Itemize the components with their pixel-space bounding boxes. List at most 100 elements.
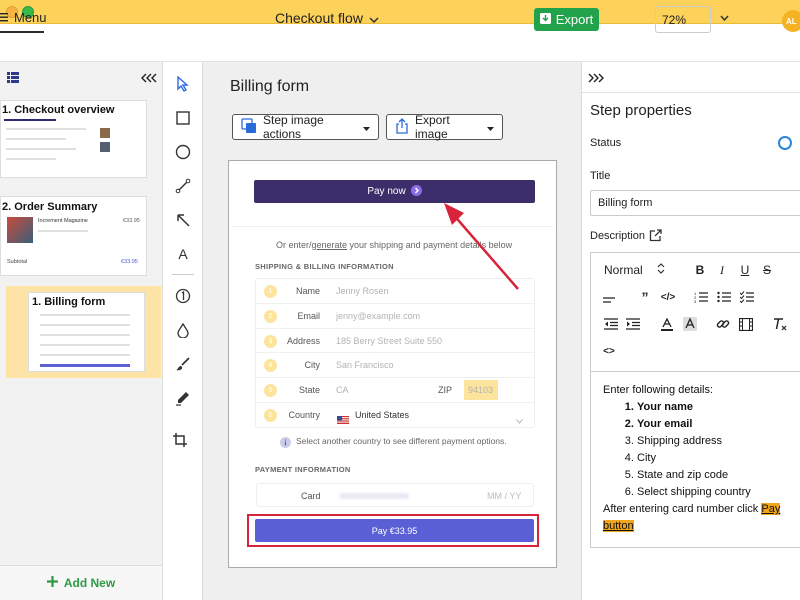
zoom-value: 72% — [662, 12, 687, 27]
tools-divider — [172, 274, 194, 275]
state-value: CA — [336, 385, 349, 395]
or-text-prefix: Or enter/ — [276, 240, 312, 250]
rectangle-tool-icon[interactable] — [171, 106, 195, 130]
zoom-chevron-down-icon[interactable] — [720, 12, 729, 24]
list-item: Select shipping country — [637, 484, 799, 501]
strikethrough-icon[interactable]: S — [758, 262, 776, 278]
thumb-line — [6, 128, 86, 130]
select-cursor-icon[interactable] — [171, 72, 195, 96]
align-left-icon[interactable] — [600, 290, 618, 306]
description-steps-list: Your name Your email Shipping address Ci… — [603, 399, 799, 501]
text-color-icon[interactable] — [658, 316, 676, 332]
checklist-icon[interactable] — [738, 289, 756, 305]
arrow-tool-icon[interactable] — [171, 208, 195, 232]
add-new-label: Add New — [63, 576, 116, 590]
underline-icon[interactable]: U — [736, 262, 754, 278]
list-view-icon[interactable] — [7, 70, 19, 88]
payment-heading: PAYMENT INFORMATION — [255, 465, 351, 474]
indent-icon[interactable] — [624, 316, 642, 332]
collapse-left-panel-icon[interactable] — [141, 70, 157, 88]
after-prefix: After entering card number click — [603, 503, 762, 515]
blockquote-icon[interactable]: ” — [636, 289, 654, 305]
export-button[interactable]: Export — [534, 8, 599, 31]
step-image-actions-button[interactable]: Step image actions — [232, 113, 379, 141]
us-flag-icon — [337, 411, 349, 429]
add-new-step-button[interactable]: Add New — [0, 565, 162, 600]
generate-link[interactable]: generate — [312, 240, 348, 250]
plus-icon — [46, 576, 58, 590]
bullet-list-icon[interactable] — [715, 289, 733, 305]
email-value: jenny@example.com — [336, 311, 421, 321]
line-tool-icon[interactable] — [171, 174, 195, 198]
highlighter-tool-icon[interactable] — [171, 386, 195, 410]
description-after-text: After entering card number click Pay but… — [603, 501, 799, 535]
number-marker-tool-icon[interactable] — [171, 284, 195, 308]
title-label: Title — [590, 170, 611, 182]
thumb-line — [38, 230, 88, 232]
email-field[interactable]: 2 Email jenny@example.com — [256, 303, 534, 328]
status-toggle[interactable] — [778, 136, 792, 150]
title-input[interactable]: Billing form — [590, 190, 800, 216]
format-select[interactable]: Normal — [604, 263, 665, 277]
title-input-value: Billing form — [598, 197, 653, 209]
export-label: Export — [555, 12, 594, 27]
blur-drop-tool-icon[interactable] — [171, 318, 195, 342]
state-zip-field[interactable]: 5 State CA ZIP 94103 — [256, 377, 534, 402]
video-icon[interactable] — [737, 316, 755, 332]
step-title-2: 2. Order Summary — [2, 201, 98, 213]
card-field[interactable]: Card MM / YY — [256, 483, 534, 507]
svg-text:3: 3 — [694, 299, 697, 303]
country-hint-text: Select another country to see different … — [296, 436, 507, 446]
description-content[interactable]: Enter following details: Your name Your … — [603, 382, 799, 535]
address-field[interactable]: 3 Address 185 Berry Street Suite 550 — [256, 328, 534, 353]
properties-title: Step properties — [590, 102, 692, 119]
menu-button[interactable]: Menu — [0, 10, 47, 25]
annotation-arrow[interactable] — [430, 195, 530, 295]
state-label: State — [298, 385, 320, 395]
document-title-dropdown[interactable]: Checkout flow — [275, 10, 379, 26]
background-color-icon[interactable] — [681, 316, 699, 332]
list-item: Your email — [637, 416, 799, 433]
step-number-badge: 6 — [264, 409, 277, 422]
city-field[interactable]: 4 City San Francisco — [256, 352, 534, 377]
italic-icon[interactable]: I — [713, 262, 731, 278]
html-source-icon[interactable]: <> — [600, 343, 618, 359]
collapse-right-panel-icon[interactable] — [588, 70, 604, 88]
thumb-line — [40, 344, 130, 346]
outdent-icon[interactable] — [602, 316, 620, 332]
code-icon[interactable]: </> — [659, 289, 677, 305]
thumb-image — [100, 128, 110, 138]
ordered-list-icon[interactable]: 123 — [692, 289, 710, 305]
list-item: State and zip code — [637, 467, 799, 484]
zoom-input[interactable]: 72% — [655, 6, 711, 33]
crop-tool-icon[interactable] — [168, 428, 192, 452]
list-item: Your name — [637, 399, 799, 416]
bold-icon[interactable]: B — [691, 262, 709, 278]
download-icon — [539, 12, 551, 27]
thumb-line — [40, 314, 130, 316]
email-label: Email — [297, 311, 320, 321]
export-image-button[interactable]: Export image — [386, 113, 503, 141]
circle-tool-icon[interactable] — [171, 140, 195, 164]
zip-value: 94103 — [464, 380, 498, 400]
text-tool-icon[interactable]: A — [171, 242, 195, 266]
thumb-subtotal-label: Subtotal — [7, 259, 28, 265]
shipping-heading: SHIPPING & BILLING INFORMATION — [255, 262, 394, 271]
country-value: United States — [355, 410, 410, 420]
country-field[interactable]: 6 Country United States — [256, 402, 534, 427]
divider — [582, 92, 800, 93]
link-icon[interactable] — [714, 316, 732, 332]
thumb-line — [40, 334, 130, 336]
share-upload-icon — [395, 117, 409, 137]
step-title-3: 1. Billing form — [32, 296, 106, 308]
clear-format-icon[interactable] — [771, 316, 789, 332]
thumb-subtotal-value: €33.95 — [121, 259, 138, 265]
brush-tool-icon[interactable] — [171, 352, 195, 376]
external-link-icon[interactable] — [649, 229, 662, 247]
address-label: Address — [286, 336, 320, 346]
chevron-circle-icon — [410, 184, 422, 199]
chevron-down-icon — [516, 411, 523, 429]
annotation-highlight-rectangle[interactable] — [247, 514, 539, 547]
user-avatar[interactable]: AL — [782, 10, 800, 32]
list-item: Shipping address — [637, 433, 799, 450]
